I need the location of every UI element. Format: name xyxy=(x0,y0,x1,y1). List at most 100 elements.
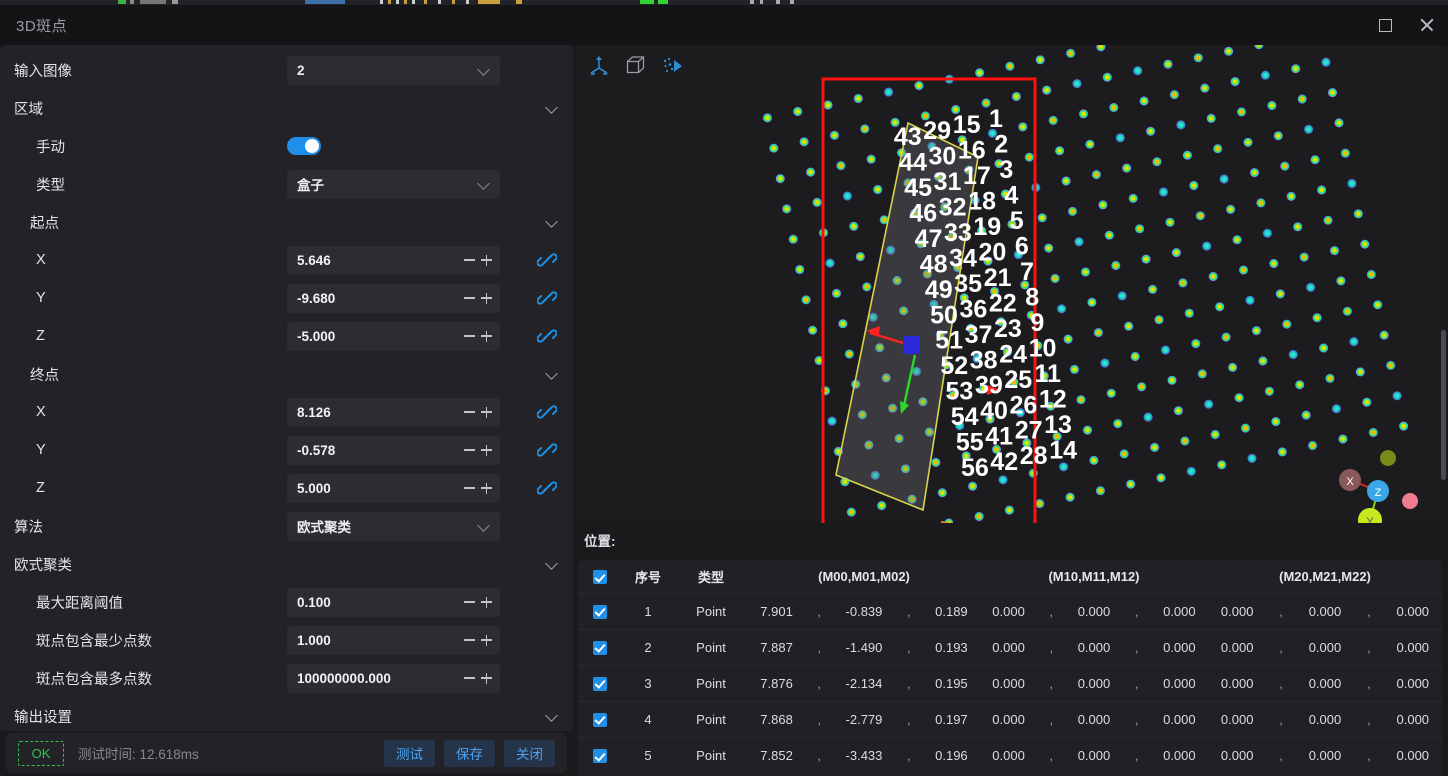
max-points-input[interactable]: 100000000.000 xyxy=(287,663,500,693)
cloud-point xyxy=(1178,278,1188,288)
select-all-checkbox[interactable] xyxy=(593,570,607,585)
max-points-stepper[interactable] xyxy=(464,672,492,684)
minus-icon[interactable] xyxy=(464,411,475,413)
save-button[interactable]: 保存 xyxy=(444,739,495,767)
results-table-container[interactable]: 序号 类型 (M00,M01,M02) (M10,M11,M12) (M20,M… xyxy=(578,560,1442,776)
row-checkbox[interactable] xyxy=(593,676,607,691)
min-points-stepper[interactable] xyxy=(464,634,492,646)
region-section-header[interactable]: 区域 xyxy=(0,89,573,127)
start-point-label: 起点 xyxy=(30,215,59,232)
cloud-point xyxy=(1340,148,1350,158)
row-m0-cell: 7.852, -3.433, 0.196 xyxy=(748,737,980,773)
end-point-section-header[interactable]: 终点 xyxy=(0,355,573,393)
minus-icon[interactable] xyxy=(464,677,475,679)
minus-icon[interactable] xyxy=(464,487,475,489)
type-select[interactable]: 盒子 xyxy=(287,169,500,199)
plus-icon[interactable] xyxy=(481,292,492,304)
start-point-section-header[interactable]: 起点 xyxy=(0,203,573,241)
start-z-link-icon[interactable] xyxy=(536,326,558,346)
table-row[interactable]: 4 Point 7.868, -2.779, 0.197 0.000, 0.000, 0.00… xyxy=(578,701,1442,737)
table-row[interactable]: 1 Point 7.901, -0.839, 0.189 0.000, 0.000, 0.00… xyxy=(578,593,1442,629)
close-window-button[interactable] xyxy=(1406,5,1448,45)
start-z-stepper[interactable] xyxy=(464,330,492,342)
minus-icon[interactable] xyxy=(464,639,475,641)
cloud-point xyxy=(1176,120,1186,130)
row-m2-value: 0.000 xyxy=(1396,603,1430,619)
row-m1-cell: 0.000, 0.000, 0.000 xyxy=(980,629,1208,665)
maximize-button[interactable] xyxy=(1364,5,1406,45)
comma-separator: , xyxy=(1134,747,1139,763)
max-distance-input[interactable]: 0.100 xyxy=(287,587,500,617)
end-x-input[interactable]: 8.126 xyxy=(287,397,500,427)
cloud-point xyxy=(1100,358,1110,368)
minus-icon[interactable] xyxy=(464,601,475,603)
end-y-input[interactable]: -0.578 xyxy=(287,435,500,465)
end-y-stepper[interactable] xyxy=(464,444,492,456)
start-x-stepper[interactable] xyxy=(464,254,492,266)
algorithm-select[interactable]: 欧式聚类 xyxy=(287,511,500,541)
table-row[interactable]: 5 Point 7.852, -3.433, 0.196 0.000, 0.000, 0.00… xyxy=(578,737,1442,773)
minus-icon[interactable] xyxy=(464,449,475,451)
end-y-link-icon[interactable] xyxy=(536,440,558,460)
cloud-point xyxy=(1347,178,1357,189)
plus-icon[interactable] xyxy=(481,444,492,456)
minus-icon[interactable] xyxy=(464,335,475,337)
row-checkbox[interactable] xyxy=(593,712,607,727)
min-points-input[interactable]: 1.000 xyxy=(287,625,500,655)
axis-gizmo-icon[interactable] xyxy=(584,51,614,81)
box-icon[interactable] xyxy=(621,51,651,81)
test-button[interactable]: 测试 xyxy=(384,739,435,767)
point-cloud-icon[interactable] xyxy=(658,51,688,81)
cloud-point xyxy=(1321,57,1331,67)
max-distance-stepper[interactable] xyxy=(464,596,492,608)
start-x-input[interactable]: 5.646 xyxy=(287,245,500,275)
plus-icon[interactable] xyxy=(481,330,492,342)
table-row[interactable]: 3 Point 7.876, -2.134, 0.195 0.000, 0.000, 0.00… xyxy=(578,665,1442,701)
start-x-link-icon[interactable] xyxy=(536,250,558,270)
minus-icon[interactable] xyxy=(464,259,475,261)
plus-icon[interactable] xyxy=(481,634,492,646)
euclidean-cluster-section-header[interactable]: 欧式聚类 xyxy=(0,545,573,583)
manual-toggle[interactable] xyxy=(287,137,321,155)
end-z-stepper[interactable] xyxy=(464,482,492,494)
cloud-point xyxy=(1269,258,1279,269)
end-x-link-icon[interactable] xyxy=(536,402,558,422)
viewport-scrollbar[interactable] xyxy=(1441,330,1446,480)
input-image-select[interactable]: 2 xyxy=(287,55,500,85)
start-y-link-icon[interactable] xyxy=(536,288,558,308)
start-y-input[interactable]: -9.680 xyxy=(287,283,500,313)
cloud-point xyxy=(827,416,837,426)
start-y-stepper[interactable] xyxy=(464,292,492,304)
plus-icon[interactable] xyxy=(481,406,492,418)
cloud-point xyxy=(862,282,872,292)
end-x-row: X 8.126 xyxy=(0,393,573,431)
comma-separator: , xyxy=(1367,747,1371,763)
cloud-point xyxy=(1133,66,1143,76)
end-z-link-icon[interactable] xyxy=(536,478,558,498)
row-checkbox[interactable] xyxy=(593,749,607,764)
row-checkbox[interactable] xyxy=(593,640,607,655)
settings-scroll-area[interactable]: 输入图像 2 区域 手动 类型 盒子 起点 X 5.646 Y -9.680 Z… xyxy=(0,45,573,731)
cloud-point xyxy=(836,161,846,171)
minus-icon[interactable] xyxy=(464,297,475,299)
close-button[interactable]: 关闭 xyxy=(504,739,555,767)
table-row[interactable]: 2 Point 7.887, -1.490, 0.193 0.000, 0.000, 0.00… xyxy=(578,629,1442,665)
cloud-point xyxy=(1251,326,1262,336)
cloud-point xyxy=(1200,83,1210,93)
plus-icon[interactable] xyxy=(481,254,492,266)
plus-icon[interactable] xyxy=(481,672,492,684)
plus-icon[interactable] xyxy=(481,482,492,494)
orientation-axis-gizmo[interactable]: X Y Z xyxy=(1330,440,1440,523)
plus-icon[interactable] xyxy=(481,596,492,608)
comma-separator: , xyxy=(1279,603,1283,619)
3d-viewport[interactable]: 1 2 3 4 5 6 7 8 9 10 11 12 13 14 15 16 17 18 19 20 21 22 23 24 2… xyxy=(578,45,1442,523)
output-settings-section-header[interactable]: 输出设置 xyxy=(0,697,573,731)
start-z-input[interactable]: -5.000 xyxy=(287,321,500,351)
row-checkbox[interactable] xyxy=(593,604,607,619)
cloud-point xyxy=(1069,364,1080,374)
row-index: 5 xyxy=(644,747,652,763)
min-points-label: 斑点包含最少点数 xyxy=(36,633,152,650)
end-x-stepper[interactable] xyxy=(464,406,492,418)
end-z-input[interactable]: 5.000 xyxy=(287,473,500,503)
chevron-down-icon xyxy=(478,520,490,532)
